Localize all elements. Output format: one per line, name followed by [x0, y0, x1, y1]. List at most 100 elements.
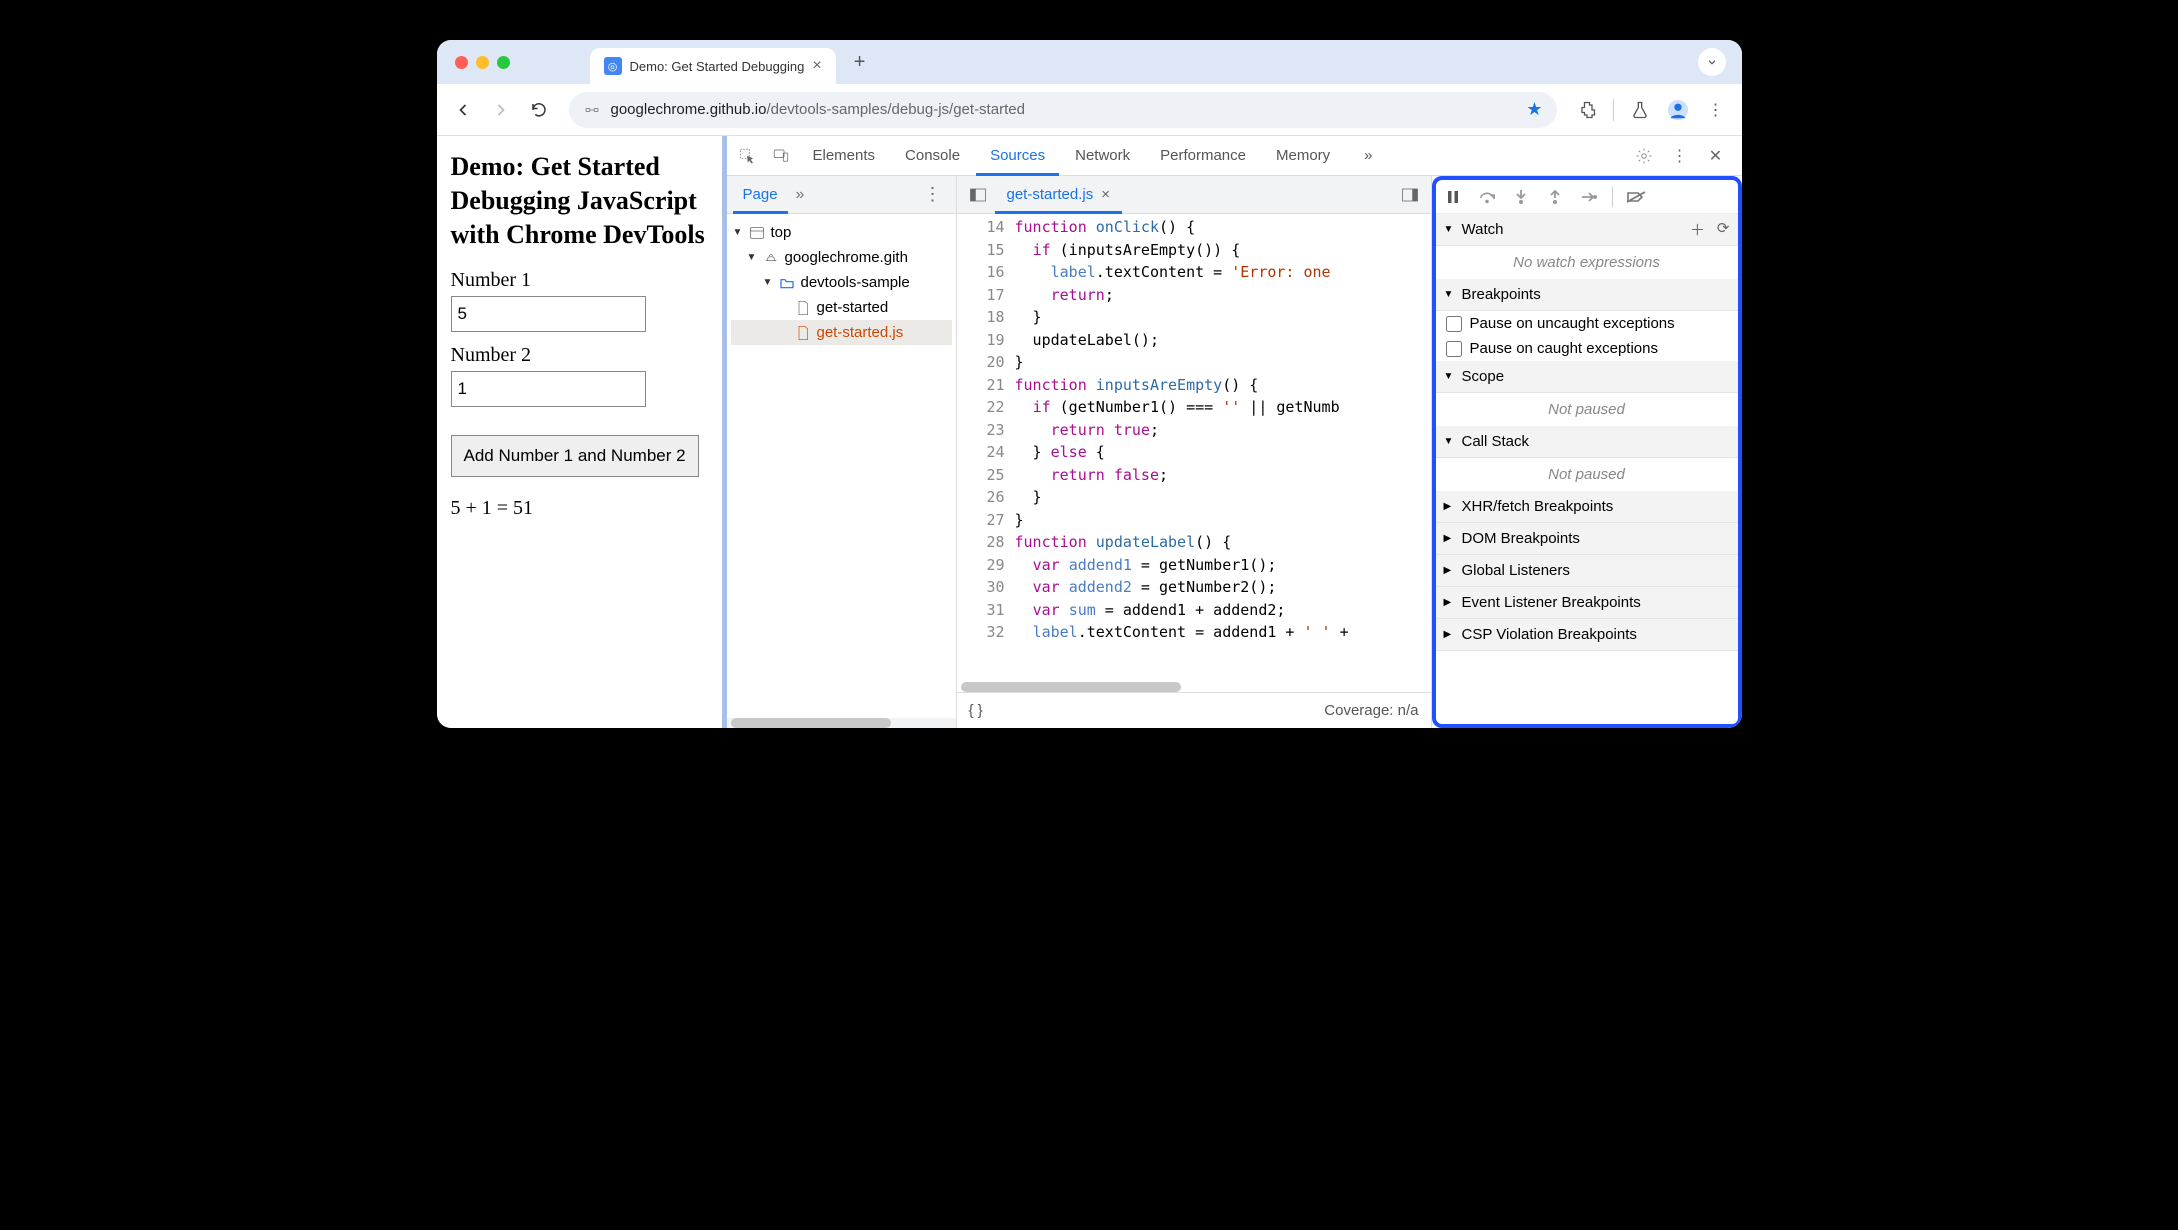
- browser-toolbar: googlechrome.github.io/devtools-samples/…: [437, 84, 1742, 136]
- devtools-tab-performance[interactable]: Performance: [1146, 136, 1260, 176]
- editor-scrollbar[interactable]: [957, 682, 1431, 692]
- url-text: googlechrome.github.io/devtools-samples/…: [611, 101, 1517, 118]
- browser-tab[interactable]: ◎ Demo: Get Started Debugging ×: [590, 48, 836, 84]
- close-window-button[interactable]: [455, 56, 468, 69]
- panel-dom-breakpoints[interactable]: ▶DOM Breakpoints: [1436, 523, 1738, 555]
- rendered-page: Demo: Get Started Debugging JavaScript w…: [437, 136, 727, 728]
- devtools-tab-elements[interactable]: Elements: [799, 136, 890, 176]
- device-toggle-icon[interactable]: [765, 140, 797, 172]
- breakpoints-header[interactable]: ▼Breakpoints: [1436, 279, 1738, 311]
- pause-uncaught-row[interactable]: Pause on uncaught exceptions: [1436, 311, 1738, 336]
- divider: [1613, 99, 1614, 121]
- pause-icon[interactable]: [1442, 189, 1464, 205]
- line-gutter: 14151617181920212223242526272829303132: [957, 214, 1015, 682]
- refresh-watch-icon[interactable]: ⟳: [1717, 219, 1730, 240]
- devtools: ElementsConsoleSourcesNetworkPerformance…: [727, 136, 1742, 728]
- titlebar: ◎ Demo: Get Started Debugging × +: [437, 40, 1742, 84]
- pause-caught-checkbox[interactable]: [1446, 341, 1462, 357]
- source-code: function onClick() { if (inputsAreEmpty(…: [1015, 214, 1431, 682]
- navigator-scrollbar[interactable]: [727, 718, 956, 728]
- number2-label: Number 2: [451, 344, 708, 367]
- devtools-tab-console[interactable]: Console: [891, 136, 974, 176]
- reload-button[interactable]: [523, 94, 555, 126]
- tree-folder[interactable]: ▼devtools-sample: [731, 270, 952, 295]
- devtools-tab-memory[interactable]: Memory: [1262, 136, 1344, 176]
- devtools-menu-icon[interactable]: ⋮: [1664, 140, 1696, 172]
- debugger-toolbar: [1436, 180, 1738, 214]
- number1-input[interactable]: [451, 296, 646, 332]
- close-file-button[interactable]: ×: [1101, 186, 1110, 203]
- address-bar[interactable]: googlechrome.github.io/devtools-samples/…: [569, 92, 1557, 128]
- navigator-more-button[interactable]: »: [788, 186, 813, 204]
- close-devtools-button[interactable]: ✕: [1700, 140, 1732, 172]
- panel-global-listeners[interactable]: ▶Global Listeners: [1436, 555, 1738, 587]
- step-icon[interactable]: [1578, 190, 1600, 204]
- pretty-print-icon[interactable]: { }: [969, 702, 983, 719]
- pause-uncaught-checkbox[interactable]: [1446, 316, 1462, 332]
- watch-header[interactable]: ▼Watch＋⟳: [1436, 214, 1738, 246]
- editor-tab[interactable]: get-started.js×: [995, 176, 1122, 214]
- step-out-icon[interactable]: [1544, 189, 1566, 205]
- scope-body: Not paused: [1436, 393, 1738, 426]
- separator: [1612, 187, 1613, 207]
- toggle-debugger-icon[interactable]: [1393, 187, 1427, 203]
- editor-footer: { } Coverage: n/a: [957, 692, 1431, 728]
- tree-file-html[interactable]: get-started: [731, 295, 952, 320]
- add-watch-icon[interactable]: ＋: [1690, 219, 1705, 240]
- close-tab-button[interactable]: ×: [812, 57, 821, 75]
- bookmark-star-icon[interactable]: ★: [1526, 99, 1542, 120]
- labs-icon[interactable]: [1624, 94, 1656, 126]
- browser-window: ◎ Demo: Get Started Debugging × + google…: [437, 40, 1742, 728]
- tree-file-js[interactable]: get-started.js: [731, 320, 952, 345]
- favicon-icon: ◎: [604, 57, 622, 75]
- watch-body: No watch expressions: [1436, 246, 1738, 279]
- extensions-icon[interactable]: [1571, 94, 1603, 126]
- add-button[interactable]: Add Number 1 and Number 2: [451, 435, 699, 477]
- devtools-tab-sources[interactable]: Sources: [976, 136, 1059, 176]
- inspect-icon[interactable]: [731, 140, 763, 172]
- step-into-icon[interactable]: [1510, 189, 1532, 205]
- navigator-panel: Page » ⋮ ▼top ▼googlechrome.gith ▼devtoo…: [727, 176, 957, 728]
- editor-panel: get-started.js× 141516171819202122232425…: [957, 176, 1432, 728]
- coverage-text: Coverage: n/a: [1324, 702, 1418, 719]
- tree-top[interactable]: ▼top: [731, 220, 952, 245]
- panel-event-listener-breakpoints[interactable]: ▶Event Listener Breakpoints: [1436, 587, 1738, 619]
- editor-tabbar: get-started.js×: [957, 176, 1431, 214]
- traffic-lights: [447, 56, 510, 69]
- panel-csp-violation-breakpoints[interactable]: ▶CSP Violation Breakpoints: [1436, 619, 1738, 651]
- number1-label: Number 1: [451, 269, 708, 292]
- navigator-tabs: Page » ⋮: [727, 176, 956, 214]
- profile-icon[interactable]: [1662, 94, 1694, 126]
- devtools-tabbar: ElementsConsoleSourcesNetworkPerformance…: [727, 136, 1742, 176]
- forward-button[interactable]: [485, 94, 517, 126]
- panel-xhr-fetch-breakpoints[interactable]: ▶XHR/fetch Breakpoints: [1436, 491, 1738, 523]
- file-tree: ▼top ▼googlechrome.gith ▼devtools-sample…: [727, 214, 956, 718]
- maximize-window-button[interactable]: [497, 56, 510, 69]
- pause-caught-row[interactable]: Pause on caught exceptions: [1436, 336, 1738, 361]
- tab-list-button[interactable]: [1698, 48, 1726, 76]
- browser-menu-icon[interactable]: ⋮: [1700, 94, 1732, 126]
- step-over-icon[interactable]: [1476, 189, 1498, 205]
- code-editor[interactable]: 14151617181920212223242526272829303132 f…: [957, 214, 1431, 682]
- settings-icon[interactable]: [1628, 140, 1660, 172]
- devtools-tab-network[interactable]: Network: [1061, 136, 1144, 176]
- scope-header[interactable]: ▼Scope: [1436, 361, 1738, 393]
- site-info-icon[interactable]: [583, 101, 601, 119]
- deactivate-breakpoints-icon[interactable]: [1625, 190, 1647, 204]
- devtools-body: Page » ⋮ ▼top ▼googlechrome.gith ▼devtoo…: [727, 176, 1742, 728]
- number2-input[interactable]: [451, 371, 646, 407]
- toggle-navigator-icon[interactable]: [961, 187, 995, 203]
- callstack-body: Not paused: [1436, 458, 1738, 491]
- navigator-tab-page[interactable]: Page: [733, 176, 788, 214]
- tab-title: Demo: Get Started Debugging: [630, 59, 805, 74]
- callstack-header[interactable]: ▼Call Stack: [1436, 426, 1738, 458]
- minimize-window-button[interactable]: [476, 56, 489, 69]
- debugger-panel: ▼Watch＋⟳ No watch expressions ▼Breakpoin…: [1432, 176, 1742, 728]
- page-heading: Demo: Get Started Debugging JavaScript w…: [451, 150, 708, 251]
- tree-domain[interactable]: ▼googlechrome.gith: [731, 245, 952, 270]
- navigator-menu-icon[interactable]: ⋮: [916, 184, 950, 205]
- more-tabs-button[interactable]: »: [1350, 136, 1386, 176]
- result-text: 5 + 1 = 51: [451, 497, 708, 520]
- back-button[interactable]: [447, 94, 479, 126]
- new-tab-button[interactable]: +: [846, 51, 874, 74]
